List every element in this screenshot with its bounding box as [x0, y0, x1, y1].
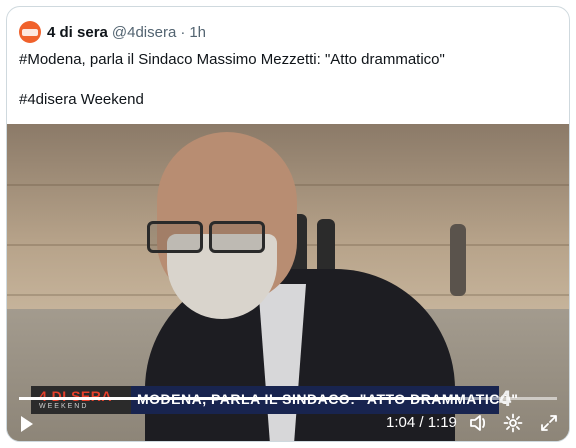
avatar[interactable] [19, 21, 41, 43]
video-controls: 1:04 / 1:19 [7, 404, 569, 441]
tweet-header: 4 di sera @4disera · 1h [19, 19, 206, 45]
tweet-time[interactable]: 1h [189, 24, 206, 41]
video-player[interactable]: 4 DI SERA WEEKEND MODENA, PARLA IL SINDA… [7, 124, 569, 441]
progress-fill [19, 397, 461, 400]
tweet-card[interactable]: 4 di sera @4disera · 1h #Modena, parla i… [6, 6, 570, 442]
separator-dot: · [180, 23, 186, 41]
tweet-text-line-1: #Modena, parla il Sindaco Massimo Mezzet… [19, 51, 445, 68]
background-person [450, 224, 466, 296]
fullscreen-icon[interactable] [539, 413, 559, 433]
settings-icon[interactable] [503, 413, 523, 433]
timecode: 1:04 / 1:19 [386, 414, 457, 431]
play-icon[interactable] [21, 416, 33, 432]
progress-bar[interactable] [19, 397, 557, 400]
author-handle[interactable]: @4disera [112, 24, 176, 41]
author-name[interactable]: 4 di sera [47, 24, 108, 41]
tweet-text-line-2: #4disera Weekend [19, 91, 144, 108]
speaker-glasses [147, 221, 275, 253]
volume-icon[interactable] [469, 413, 489, 433]
